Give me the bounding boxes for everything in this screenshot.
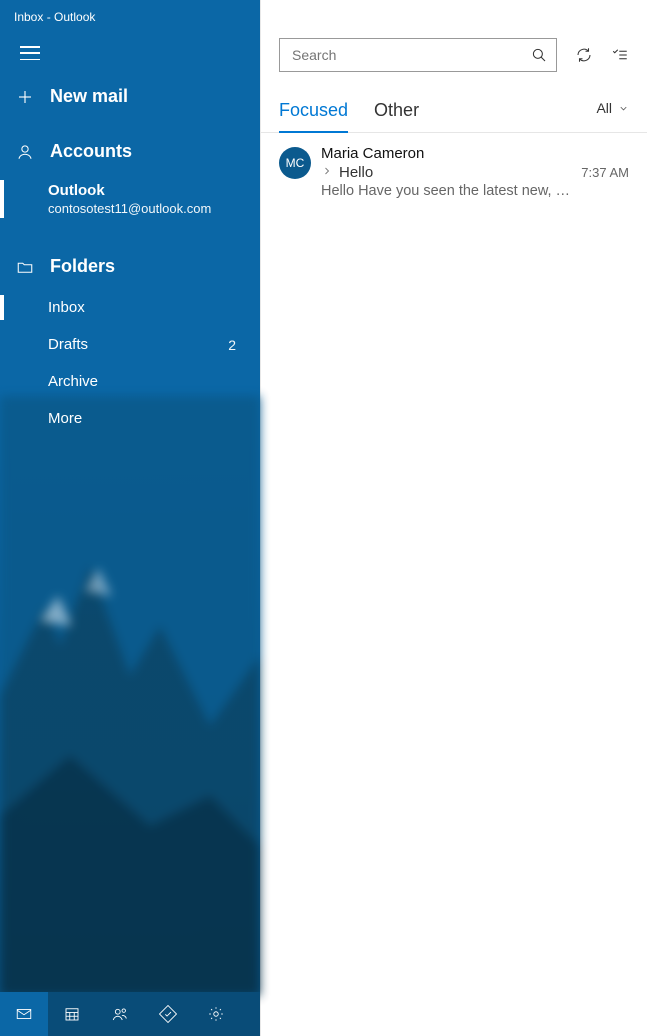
toolbar [261,0,647,72]
account-name: Outlook [48,182,244,199]
folder-item-archive[interactable]: Archive [0,363,260,400]
mail-icon [15,1005,33,1023]
message-subject: Hello [339,164,575,181]
window-title: Inbox - Outlook [0,0,260,24]
check-icon [159,1005,177,1023]
sync-button[interactable] [575,46,593,64]
plus-icon [16,88,34,106]
search-box[interactable] [279,38,557,72]
message-list: MC Maria Cameron Hello 7:37 AM Hello Hav… [261,133,647,1036]
message-body: Maria Cameron Hello 7:37 AM Hello Have y… [321,145,629,199]
folder-label: Inbox [48,299,85,316]
message-preview: Hello Have you seen the latest new, … [321,183,629,199]
people-icon [111,1005,129,1023]
folder-item-more[interactable]: More [0,400,260,437]
chevron-right-icon [321,165,333,177]
accounts-header[interactable]: Accounts [0,129,260,174]
folder-item-drafts[interactable]: Drafts 2 [0,326,260,363]
message-sender: Maria Cameron [321,145,424,162]
main-pane: Focused Other All MC Maria Cameron [260,0,647,1036]
calendar-icon [63,1005,81,1023]
nav-people[interactable] [96,992,144,1036]
message-time: 7:37 AM [581,165,629,180]
filter-label: All [596,100,612,116]
checklist-icon [611,46,629,64]
nav-tasks[interactable] [144,992,192,1036]
nav-settings[interactable] [192,992,240,1036]
nav-mail[interactable] [0,992,48,1036]
chevron-down-icon [618,103,629,114]
folder-item-inbox[interactable]: Inbox [0,289,260,326]
filter-dropdown[interactable]: All [596,100,629,126]
select-mode-button[interactable] [611,46,629,64]
hamburger-menu-icon[interactable] [20,46,40,60]
folder-label: Drafts [48,336,88,353]
gear-icon [207,1005,225,1023]
active-folder-marker [0,295,4,320]
tab-focused[interactable]: Focused [279,94,348,133]
folders-header-label: Folders [50,256,115,277]
folders-header[interactable]: Folders [0,244,260,289]
sidebar: Inbox - Outlook New mail Accounts Outloo… [0,0,260,1036]
account-item-outlook[interactable]: Outlook contosotest11@outlook.com [0,174,260,224]
folder-badge: 2 [228,337,236,353]
message-item[interactable]: MC Maria Cameron Hello 7:37 AM Hello Hav… [261,133,647,211]
inbox-tabs: Focused Other All [261,94,647,133]
folder-label: Archive [48,373,98,390]
folder-icon [16,258,34,276]
sync-icon [575,46,593,64]
background-mountains [0,396,260,996]
avatar: MC [279,147,311,179]
new-mail-button[interactable]: New mail [0,74,260,119]
bottom-nav [0,992,260,1036]
person-icon [16,143,34,161]
new-mail-label: New mail [50,86,128,107]
tab-other[interactable]: Other [374,94,419,133]
app-root: Inbox - Outlook New mail Accounts Outloo… [0,0,647,1036]
search-icon [530,46,548,64]
nav-calendar[interactable] [48,992,96,1036]
accounts-header-label: Accounts [50,141,132,162]
account-email: contosotest11@outlook.com [48,201,244,216]
search-input[interactable] [292,47,530,63]
active-account-marker [0,180,4,218]
folder-label: More [48,410,82,427]
